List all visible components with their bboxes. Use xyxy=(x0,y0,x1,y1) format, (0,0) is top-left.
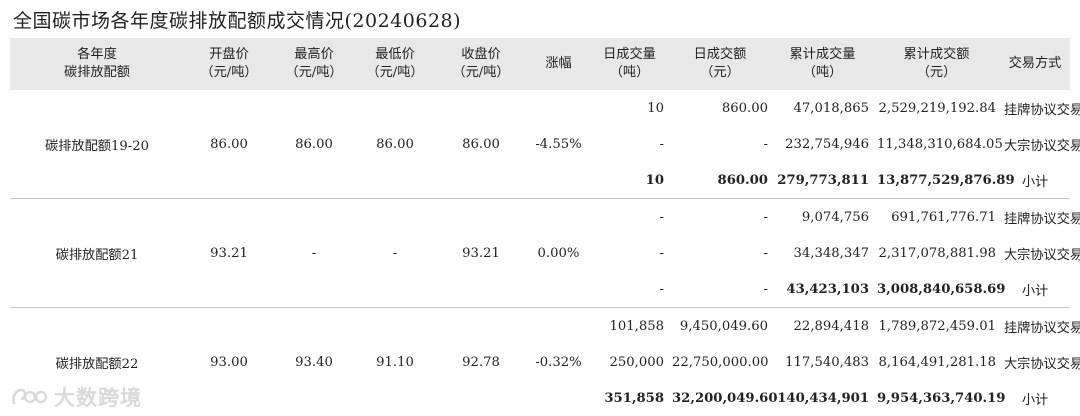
table-header-row: 各年度 碳排放配额 开盘价 （元/吨） 最高价 （元/吨） 最低价 （元/吨） 收盘价（… xyxy=(10,38,1070,90)
cumulative-amount: 13,877,529,876.89 xyxy=(873,162,1015,199)
watermark-text: 大数跨境 xyxy=(54,386,142,410)
cumulative-volume: 117,540,483 xyxy=(785,354,869,370)
daily-volume: - xyxy=(659,209,664,225)
header-daily-amount: 日成交额 （元） xyxy=(668,38,772,90)
cumulative-amount: 691,761,776.71 xyxy=(891,209,996,225)
price-change: -4.55% xyxy=(526,90,591,199)
trade-mode: 小计 xyxy=(1021,392,1049,408)
open-price: 93.00 xyxy=(210,354,248,370)
trade-mode: 大宗协议交易 xyxy=(1004,138,1080,154)
cumulative-volume: 34,348,347 xyxy=(793,245,869,261)
table-row: 碳排放配额22 93.00 93.40 91.10 92.78 -0.32% 1… xyxy=(10,308,1080,372)
page-title: 全国碳市场各年度碳排放配额成交情况(20240628) xyxy=(13,10,462,32)
daily-amount: 22,750,000.00 xyxy=(672,354,769,370)
table-row: 碳排放配额19-20 86.00 86.00 86.00 86.00 -4.55… xyxy=(10,90,1080,199)
watermark: 大数跨境 xyxy=(10,382,142,412)
high-price: 93.40 xyxy=(295,354,333,370)
header-change: 涨幅 xyxy=(526,38,591,90)
daily-volume: 10 xyxy=(647,100,664,116)
cumulative-amount: 8,164,491,281.18 xyxy=(878,354,996,370)
cumulative-amount: 1,789,872,459.01 xyxy=(878,318,996,334)
daily-amount: - xyxy=(763,245,768,261)
daily-amount: 860.00 xyxy=(668,162,772,199)
trade-mode: 小计 xyxy=(1000,271,1070,308)
trade-mode: 挂牌协议交易 xyxy=(1004,320,1080,336)
daily-volume: 250,000 xyxy=(609,354,664,370)
high-price: 86.00 xyxy=(274,90,354,199)
group-name: 碳排放配额19-20 xyxy=(10,90,184,199)
trade-mode: 大宗协议交易 xyxy=(1004,247,1080,263)
header-daily-volume: 日成交量 （吨） xyxy=(591,38,668,90)
daily-amount: 9,450,049.60 xyxy=(679,318,768,334)
daily-volume: - xyxy=(591,271,668,308)
close-price: 92.78 xyxy=(462,354,500,370)
carbon-quota-table: 各年度 碳排放配额 开盘价 （元/吨） 最高价 （元/吨） 最低价 （元/吨） 收盘价（… xyxy=(10,38,1080,416)
cumulative-volume: 140,434,901 xyxy=(777,390,869,406)
close-price: 86.00 xyxy=(436,90,526,199)
price-change: -0.32% xyxy=(535,354,582,370)
cumulative-amount: 2,317,078,881.98 xyxy=(878,245,996,261)
cumulative-amount: 11,348,310,684.05 xyxy=(877,136,1003,152)
low-price: 86.00 xyxy=(354,90,436,199)
daily-volume: 351,858 xyxy=(604,390,664,406)
cumulative-amount: 9,954,363,740.19 xyxy=(877,390,1006,406)
daily-amount: 860.00 xyxy=(721,100,768,116)
trade-mode: 大宗协议交易 xyxy=(1004,356,1080,372)
cumulative-volume: 9,074,756 xyxy=(801,209,869,225)
trade-mode: 挂牌协议交易 xyxy=(1004,102,1080,118)
daily-volume: 10 xyxy=(591,162,668,199)
cumulative-volume: 232,754,946 xyxy=(785,136,869,152)
price-change: 0.00% xyxy=(526,198,591,308)
cumulative-amount: 2,529,219,192.84 xyxy=(878,100,996,116)
daily-volume: - xyxy=(659,245,664,261)
cumulative-amount: 3,008,840,658.69 xyxy=(873,271,1005,308)
cumulative-volume: 22,894,418 xyxy=(793,318,869,334)
header-name: 各年度 碳排放配额 xyxy=(10,38,184,90)
table-row: 碳排放配额21 93.21 - - 93.21 0.00% - - 9,074,… xyxy=(10,198,1080,308)
daily-amount: 32,200,049.60 xyxy=(672,390,778,406)
brand-logo-icon xyxy=(12,388,48,405)
cumulative-volume: 43,423,103 xyxy=(772,271,873,308)
header-cumulative-volume: 累计成交量 （吨） xyxy=(772,38,873,90)
close-price: 93.21 xyxy=(436,198,526,308)
low-price: - xyxy=(354,198,436,308)
high-price: - xyxy=(274,198,354,308)
daily-amount: - xyxy=(763,136,768,152)
header-high: 最高价 （元/吨） xyxy=(274,38,354,90)
daily-amount: - xyxy=(668,271,772,308)
daily-volume: 101,858 xyxy=(609,318,664,334)
header-cumulative-amount: 累计成交额 （元） xyxy=(873,38,1000,90)
open-price: 86.00 xyxy=(184,90,274,199)
cumulative-volume: 279,773,811 xyxy=(772,162,873,199)
group-name: 碳排放配额21 xyxy=(10,198,184,308)
low-price: 91.10 xyxy=(376,354,414,370)
cumulative-volume: 47,018,865 xyxy=(793,100,869,116)
header-close: 收盘价 （元/吨） xyxy=(436,38,526,90)
header-low: 最低价 （元/吨） xyxy=(354,38,436,90)
trade-mode: 挂牌协议交易 xyxy=(1004,211,1080,227)
daily-volume: - xyxy=(659,136,664,152)
daily-amount: - xyxy=(763,209,768,225)
header-trade-mode: 交易方式 xyxy=(1000,38,1070,90)
header-open: 开盘价 （元/吨） xyxy=(184,38,274,90)
open-price: 93.21 xyxy=(184,198,274,308)
